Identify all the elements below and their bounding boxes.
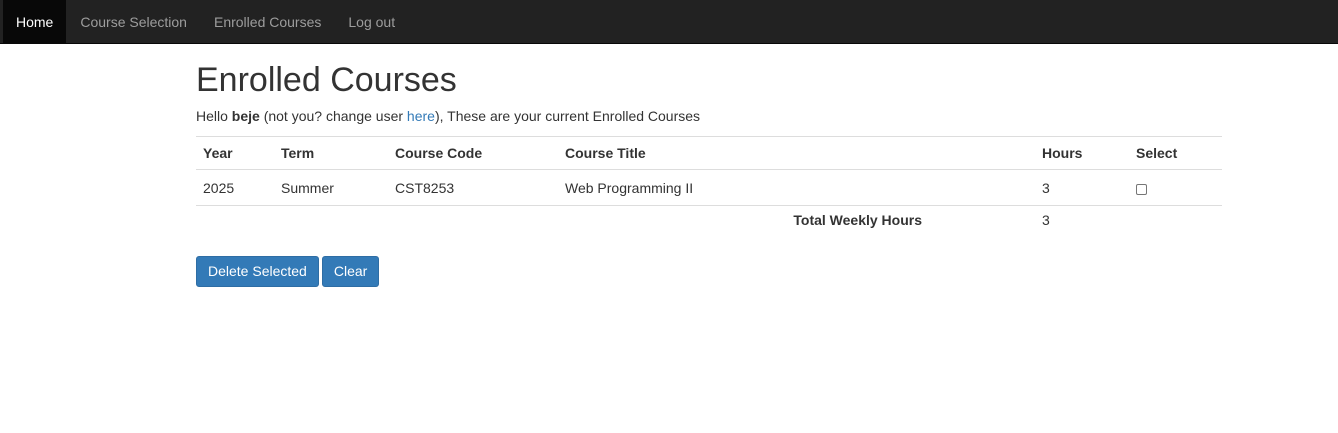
cell-course-code: CST8253 xyxy=(395,179,455,196)
header-course-code: Course Code xyxy=(395,145,483,161)
header-term: Term xyxy=(281,145,315,161)
select-checkbox[interactable] xyxy=(1136,183,1147,195)
total-weekly-hours-label: Total Weekly Hours xyxy=(793,212,922,229)
total-weekly-hours-value: 3 xyxy=(1042,212,1050,229)
nav-list: Home Course Selection Enrolled Courses L… xyxy=(0,0,1338,44)
clear-button[interactable]: Clear xyxy=(321,255,380,287)
page-title: Enrolled Courses xyxy=(196,61,457,99)
header-course-title: Course Title xyxy=(565,145,646,161)
table-header-row: Year Term Course Code Course Title Hours… xyxy=(196,136,1222,170)
cell-term: Summer xyxy=(281,179,334,196)
enrolled-courses-table: Year Term Course Code Course Title Hours… xyxy=(196,136,1222,235)
greeting-username: beje xyxy=(231,108,260,124)
header-year: Year xyxy=(203,145,233,161)
greeting-text: Hello beje (not you? change user here), … xyxy=(196,108,1222,124)
cell-year: 2025 xyxy=(203,179,235,196)
top-navbar: Home Course Selection Enrolled Courses L… xyxy=(0,0,1338,44)
greeting-prefix: Hello xyxy=(196,108,232,124)
cell-hours: 3 xyxy=(1042,179,1050,196)
main-content: Enrolled Courses Hello beje (not you? ch… xyxy=(196,44,1222,287)
action-buttons: Delete Selected Clear xyxy=(196,255,1222,287)
header-select: Select xyxy=(1136,145,1178,161)
greeting-suffix: ), These are your current Enrolled Cours… xyxy=(434,108,701,124)
nav-item-enrolled-courses[interactable]: Enrolled Courses xyxy=(200,0,334,44)
greeting-middle: (not you? change user xyxy=(259,108,407,124)
nav-item-log-out[interactable]: Log out xyxy=(334,0,408,44)
cell-course-title: Web Programming II xyxy=(565,179,694,196)
nav-item-course-selection[interactable]: Course Selection xyxy=(66,0,200,44)
total-row: Total Weekly Hours 3 xyxy=(196,206,1222,235)
delete-selected-button[interactable]: Delete Selected xyxy=(196,255,319,287)
header-hours: Hours xyxy=(1042,145,1083,161)
change-user-link[interactable]: here xyxy=(407,108,435,124)
nav-item-home[interactable]: Home xyxy=(3,0,67,44)
total-empty-cell xyxy=(1129,206,1222,235)
cell-select xyxy=(1129,170,1222,206)
table-row: 2025 Summer CST8253 Web Programming II 3 xyxy=(196,170,1222,206)
